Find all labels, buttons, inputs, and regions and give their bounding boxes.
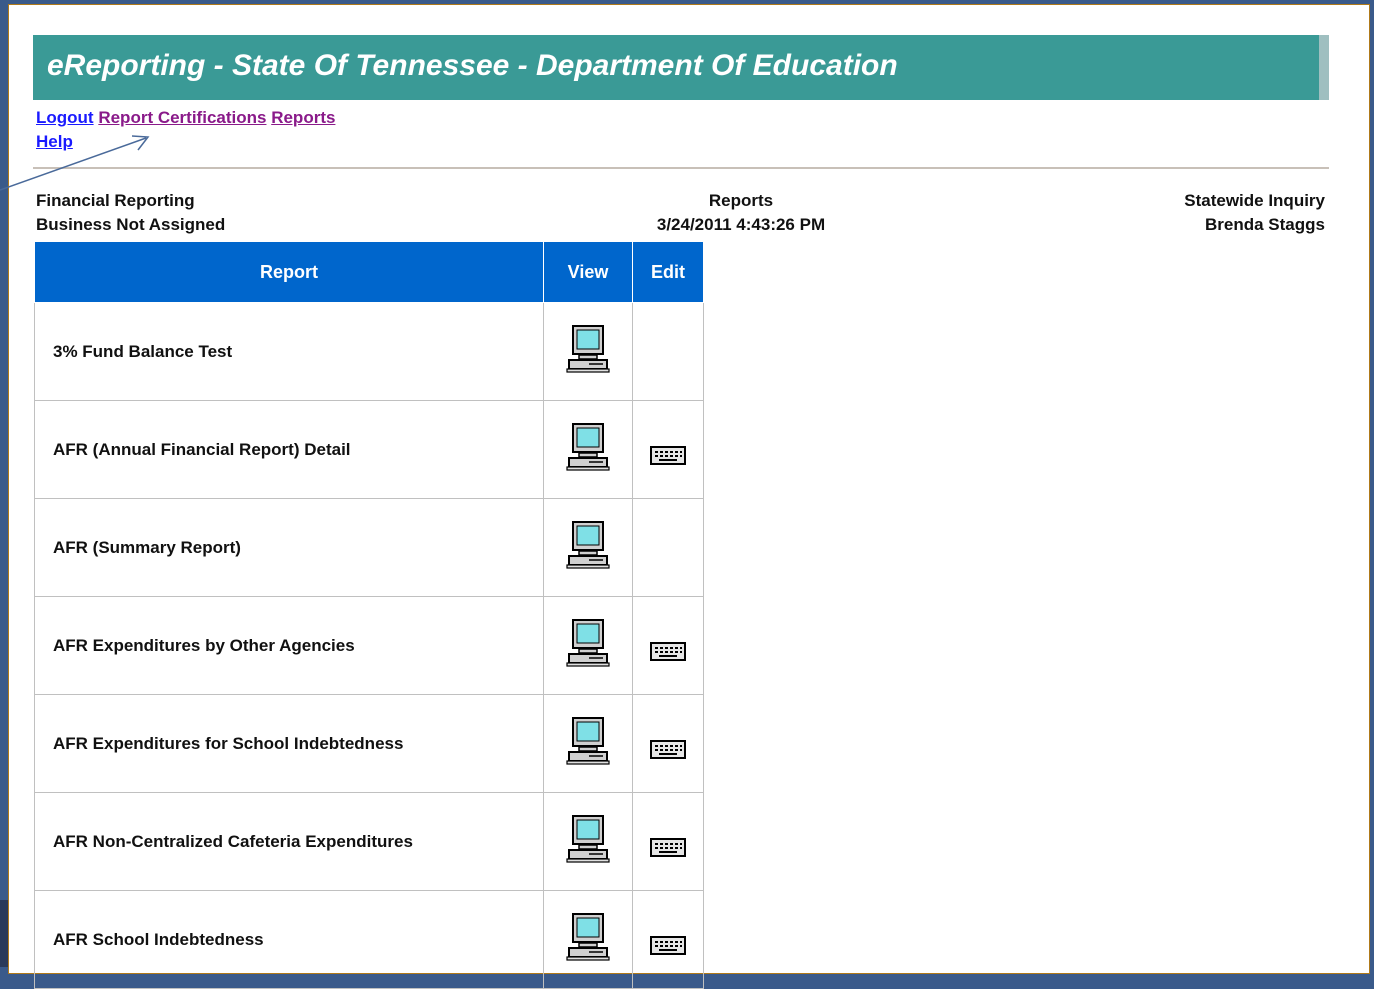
report-name: AFR Expenditures for School Indebtedness (34, 694, 544, 793)
browser-page: eReporting - State Of Tennessee - Depart… (8, 4, 1370, 989)
report-name: AFR (Annual Financial Report) Detail (34, 400, 544, 499)
table-row: AFR (Annual Financial Report) Detail (34, 400, 704, 499)
nav-links: Logout Report Certifications Reports Hel… (36, 106, 335, 154)
inquiry-type: Statewide Inquiry (1184, 191, 1325, 210)
view-cell (543, 792, 633, 891)
edit-cell (632, 890, 704, 989)
keyboard-icon[interactable] (650, 640, 686, 667)
column-header-edit: Edit (632, 241, 704, 303)
edit-cell (632, 596, 704, 695)
column-header-report: Report (34, 241, 544, 303)
report-name: AFR (Summary Report) (34, 498, 544, 597)
computer-icon[interactable] (563, 716, 613, 771)
section-title: Reports (708, 191, 774, 210)
user-name: Brenda Staggs (1205, 215, 1325, 234)
report-certifications-link[interactable]: Report Certifications (98, 108, 266, 127)
table-header-row: Report View Edit (34, 241, 704, 303)
keyboard-icon[interactable] (650, 738, 686, 765)
edit-cell (632, 792, 704, 891)
page-title: eReporting - State Of Tennessee - Depart… (47, 49, 898, 82)
timestamp: 3/24/2011 4:43:26 PM (656, 215, 826, 234)
view-cell (543, 302, 633, 401)
divider (33, 167, 1329, 169)
header-left: Financial Reporting Business Not Assigne… (36, 189, 225, 237)
computer-icon[interactable] (563, 422, 613, 477)
view-cell (543, 596, 633, 695)
view-cell (543, 498, 633, 597)
logout-link[interactable]: Logout (36, 108, 94, 127)
computer-icon[interactable] (563, 912, 613, 967)
edit-cell (632, 400, 704, 499)
table-row: AFR Non-Centralized Cafeteria Expenditur… (34, 792, 704, 891)
reports-table: Report View Edit 3% Fund Balance Test AFR… (34, 241, 704, 989)
reports-link[interactable]: Reports (271, 108, 335, 127)
edit-cell (632, 498, 704, 597)
table-row: AFR School Indebtedness (34, 890, 704, 989)
table-row: AFR Expenditures for School Indebtedness (34, 694, 704, 793)
keyboard-icon[interactable] (650, 444, 686, 471)
business-name: Business Not Assigned (36, 215, 226, 234)
edit-cell (632, 302, 704, 401)
computer-icon[interactable] (563, 520, 613, 575)
report-name: AFR Non-Centralized Cafeteria Expenditur… (34, 792, 544, 891)
view-cell (543, 400, 633, 499)
edit-cell (632, 694, 704, 793)
view-cell (543, 694, 633, 793)
help-link[interactable]: Help (36, 132, 73, 151)
keyboard-icon[interactable] (650, 836, 686, 863)
app-title-bar: eReporting - State Of Tennessee - Depart… (33, 35, 1329, 100)
header-right: Statewide Inquiry Brenda Staggs (1184, 189, 1325, 237)
table-body: 3% Fund Balance Test AFR (Annual Financia… (34, 302, 704, 989)
header-center: Reports 3/24/2011 4:43:26 PM (651, 189, 831, 237)
report-name: AFR Expenditures by Other Agencies (34, 596, 544, 695)
report-name: AFR School Indebtedness (34, 890, 544, 989)
module-name: Financial Reporting (36, 191, 195, 210)
report-name: 3% Fund Balance Test (34, 302, 544, 401)
computer-icon[interactable] (563, 618, 613, 673)
keyboard-icon[interactable] (650, 934, 686, 961)
column-header-view: View (543, 241, 633, 303)
table-row: 3% Fund Balance Test (34, 302, 704, 401)
table-row: AFR (Summary Report) (34, 498, 704, 597)
table-row: AFR Expenditures by Other Agencies (34, 596, 704, 695)
window-edge (0, 900, 8, 967)
computer-icon[interactable] (563, 814, 613, 869)
computer-icon[interactable] (563, 324, 613, 379)
view-cell (543, 890, 633, 989)
